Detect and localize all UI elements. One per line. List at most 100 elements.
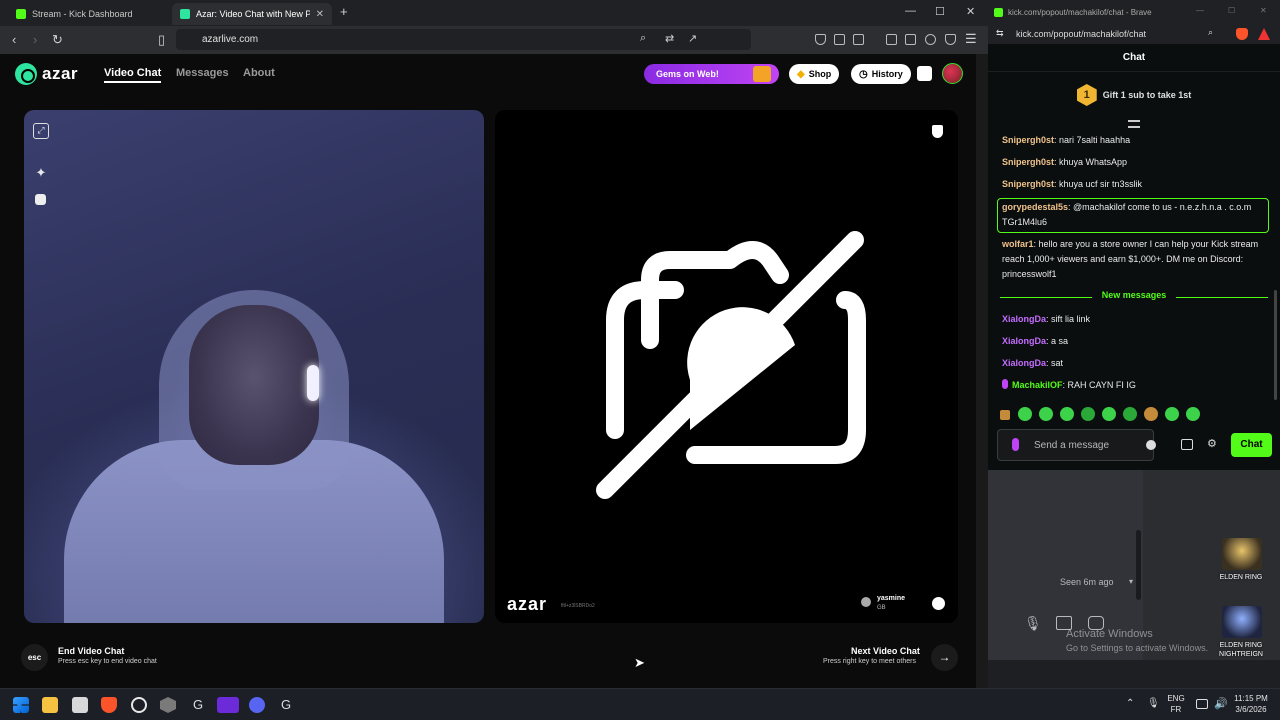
downloads-icon[interactable] [853,34,864,45]
store-icon[interactable] [1181,439,1193,450]
back-icon[interactable]: ‹ [12,32,16,47]
discord-icon[interactable] [249,697,265,713]
sidebar-icon[interactable] [886,34,897,45]
zoom-icon[interactable]: ⌕ [1208,27,1213,38]
background-app-scrollbar[interactable] [1136,530,1141,600]
elden-ring-shortcut-icon[interactable] [1222,538,1262,570]
share-icon[interactable]: ↗ [688,32,697,45]
azar-logo[interactable]: azar [15,63,78,85]
zoom-icon[interactable]: ⌕ [640,32,646,45]
wallet-icon[interactable] [905,34,916,45]
translate-icon[interactable]: ⇄ [665,32,674,45]
chat-username[interactable]: Snipergh0st [1002,179,1054,189]
emote-icon[interactable] [1123,407,1137,421]
inbox-icon[interactable] [917,66,932,81]
nav-about[interactable]: About [243,67,275,79]
vpn-icon[interactable] [815,34,826,45]
elden-ring-nightreign-shortcut-icon[interactable] [1222,606,1262,638]
site-settings-icon[interactable]: ⇆ [996,28,1004,39]
chat-username[interactable]: XialongDa [1002,336,1046,346]
nzxt-cam-icon[interactable] [217,697,239,713]
chat-username[interactable]: MachakilOF [1012,380,1063,390]
chat-username[interactable]: XialongDa [1002,314,1046,324]
forward-icon[interactable]: › [33,32,37,47]
emoji-icon[interactable] [1146,440,1156,450]
tab-azar[interactable]: Azar: Video Chat with New Pe ✕ [172,3,332,25]
chevron-down-icon[interactable]: ▾ [1129,577,1133,586]
chat-username[interactable]: XialongDa [1002,358,1046,368]
steam-icon[interactable] [160,697,176,713]
clock-time[interactable]: 11:15 PM [1228,694,1274,703]
profile-avatar[interactable] [942,63,963,84]
next-chat-button[interactable]: → [931,644,958,671]
g-hub-icon[interactable]: G [278,697,294,713]
kick-url-bar[interactable]: ⇆ kick.com/popout/machakilof/chat ⌕ [988,24,1280,44]
chat-username[interactable]: Snipergh0st [1002,135,1054,145]
sticker-icon[interactable] [35,194,46,205]
brave-shields-icon[interactable] [1236,28,1248,40]
chat-username[interactable]: gorypedestal5s [1002,202,1068,212]
emote-icon[interactable] [1060,407,1074,421]
end-chat-button[interactable]: esc [21,644,48,671]
expand-icon[interactable]: ⤢ [33,123,49,139]
shop-button[interactable]: ◆ Shop [789,64,840,84]
close-window-button[interactable]: ✕ [966,5,975,18]
language-code[interactable]: ENG [1163,694,1189,703]
peer-chat-icon[interactable] [932,597,945,610]
chat-username[interactable]: Snipergh0st [1002,157,1054,167]
peer-name[interactable]: yasmine [877,595,905,602]
peer-avatar[interactable] [861,597,871,607]
microphone-icon[interactable]: 🎙 [1024,615,1042,631]
reload-icon[interactable]: ↻ [52,32,63,48]
send-chat-button[interactable]: Chat [1231,433,1272,457]
obs-icon[interactable] [131,697,147,713]
shield-icon[interactable] [945,34,956,45]
microphone-icon[interactable] [1012,438,1019,451]
emote-icon[interactable] [1102,407,1116,421]
leo-ai-icon[interactable] [925,34,936,45]
extensions-icon[interactable] [834,34,845,45]
gems-banner[interactable]: Gems on Web! [644,64,779,84]
bookmark-icon[interactable]: ▯ [158,32,165,48]
close-tab-icon[interactable]: ✕ [310,9,324,20]
pinned-icon[interactable] [1128,120,1140,128]
file-explorer-icon[interactable] [42,697,58,713]
gift-sub-row[interactable]: 1 Gift 1 sub to take 1st [988,80,1280,110]
close-window-button[interactable]: ✕ [1260,6,1267,15]
emote-icon[interactable] [1018,407,1032,421]
new-tab-button[interactable]: + [340,4,348,19]
start-windows-icon[interactable] [13,697,29,713]
chat-scrollbar[interactable] [1274,290,1277,400]
brave-rewards-icon[interactable] [1258,28,1270,40]
tab-kick-dashboard[interactable]: Stream - Kick Dashboard [8,3,168,25]
emote-icon[interactable] [1186,407,1200,421]
chat-username[interactable]: wolfar1 [1002,239,1034,249]
magic-filter-icon[interactable]: ✦ [33,165,49,181]
g-hub-icon[interactable]: G [190,697,206,713]
report-shield-icon[interactable] [932,125,943,138]
settings-gear-icon[interactable]: ⚙ [1207,437,1217,450]
emote-icon[interactable] [1144,407,1158,421]
tray-microphone-icon[interactable]: 🎙 [1147,698,1160,709]
minimize-button[interactable]: — [905,5,916,17]
emote-icon[interactable] [1165,407,1179,421]
chat-message-input[interactable] [1034,437,1134,453]
maximize-button[interactable]: ☐ [1228,6,1235,15]
chat-input-box[interactable] [997,429,1156,461]
menu-icon[interactable]: ☰ [965,31,977,47]
minimize-button[interactable]: — [1196,6,1204,15]
nav-video-chat[interactable]: Video Chat [104,67,162,83]
page-scrollbar[interactable] [976,54,988,688]
emote-icon[interactable] [1081,407,1095,421]
maximize-button[interactable]: ☐ [935,5,945,18]
history-button[interactable]: ◷ History [851,64,911,84]
tray-chevron-up-icon[interactable]: ⌃ [1126,698,1134,709]
volume-icon[interactable]: 🔊 [1214,697,1228,710]
emote-icon[interactable] [1039,407,1053,421]
keyboard-layout[interactable]: FR [1163,705,1189,714]
store-icon[interactable] [72,697,88,713]
nav-messages[interactable]: Messages [176,67,229,79]
emote-menu-icon[interactable] [1000,410,1010,420]
brave-browser-icon[interactable] [101,697,117,713]
network-icon[interactable] [1196,699,1208,709]
